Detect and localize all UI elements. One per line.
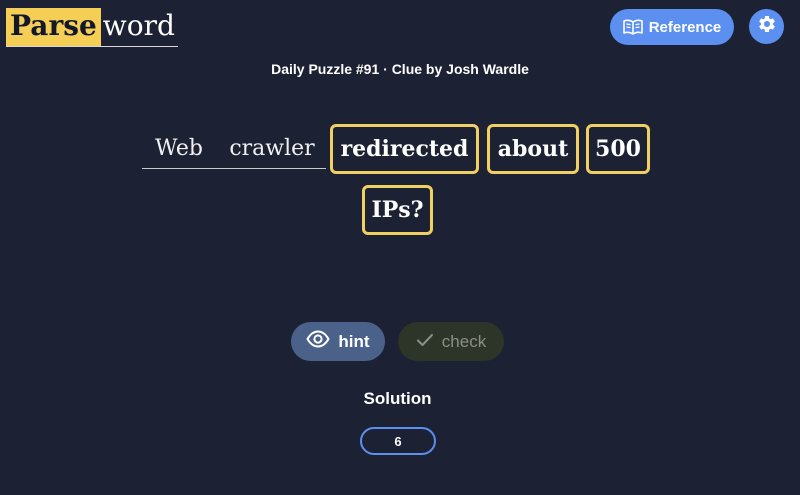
clue-word-boxed[interactable]: 500 xyxy=(586,124,650,174)
page: Parse word Reference Daily Puzzle #91 · … xyxy=(0,0,800,495)
clue-word-plain[interactable]: Web xyxy=(148,126,210,170)
check-button-label: check xyxy=(441,331,487,351)
puzzle-info: Daily Puzzle #91 · Clue by Josh Wardle xyxy=(271,61,529,77)
clue-word-boxed[interactable]: redirected xyxy=(330,124,479,174)
parseword-logo: Parse word xyxy=(6,8,178,47)
clue-word-boxed[interactable]: IPs? xyxy=(362,185,433,235)
logo-parse-text: Parse xyxy=(6,8,101,46)
solution-length: 6 xyxy=(394,433,402,449)
solution-input[interactable]: 6 xyxy=(360,427,436,455)
checkmark-icon xyxy=(416,332,434,352)
solution-label: Solution xyxy=(363,389,432,408)
check-button[interactable]: check xyxy=(398,322,504,361)
reference-button[interactable]: Reference xyxy=(610,9,734,45)
definition-underline xyxy=(142,168,326,169)
reference-button-label: Reference xyxy=(648,18,722,36)
gear-icon xyxy=(757,14,777,39)
logo-word-text: word xyxy=(102,9,175,42)
hint-button[interactable]: hint xyxy=(291,322,385,361)
settings-button[interactable] xyxy=(749,9,784,44)
hint-button-label: hint xyxy=(338,331,370,351)
clue-word-boxed[interactable]: about xyxy=(487,124,579,174)
eye-icon xyxy=(306,330,331,353)
book-icon xyxy=(622,19,643,35)
clue-word-plain[interactable]: crawler xyxy=(220,126,324,170)
